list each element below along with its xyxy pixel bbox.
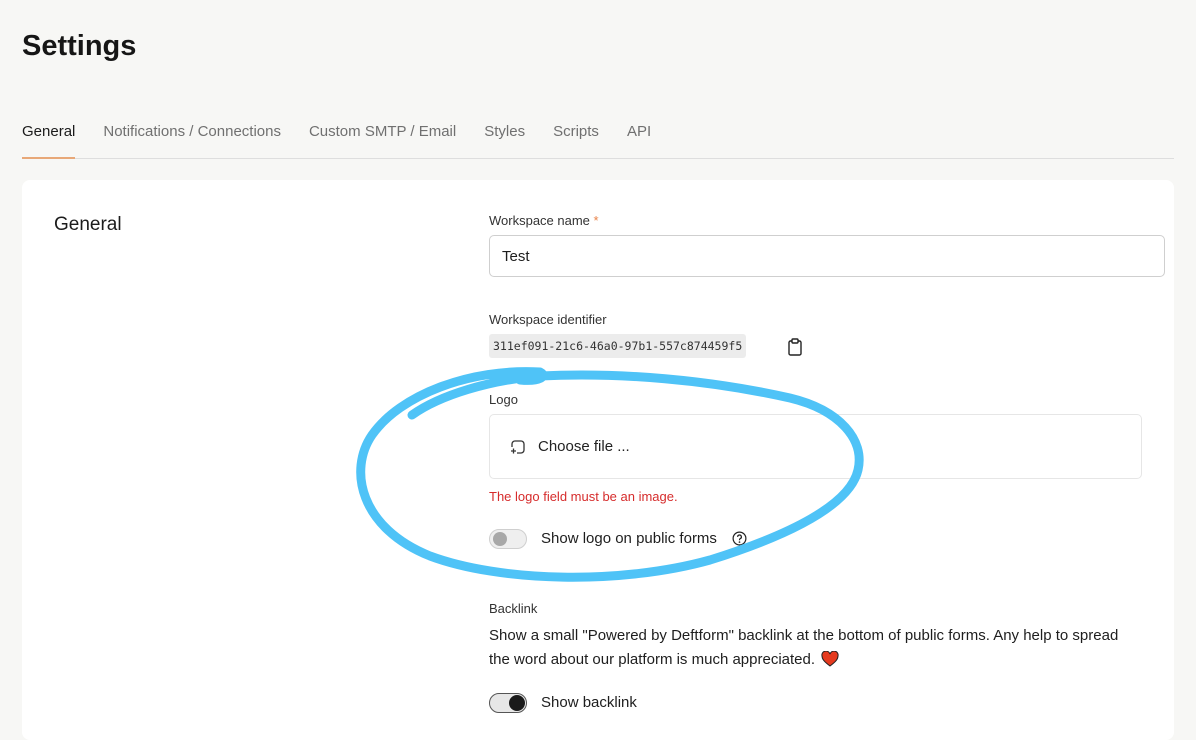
- logo-label: Logo: [489, 392, 518, 407]
- workspace-identifier-value: 311ef091-21c6-46a0-97b1-557c874459f5: [489, 334, 747, 358]
- tab-scripts[interactable]: Scripts: [553, 108, 599, 156]
- backlink-description: Show a small "Powered by Deftform" backl…: [489, 624, 1129, 672]
- workspace-name-label-text: Workspace name: [489, 213, 590, 228]
- choose-file-label: Choose file ...: [538, 438, 630, 455]
- help-circle-icon[interactable]: [732, 531, 747, 546]
- workspace-name-label: Workspace name *: [489, 213, 599, 228]
- logo-file-dropzone[interactable]: Choose file ...: [489, 414, 1142, 479]
- show-logo-toggle[interactable]: [489, 529, 527, 549]
- show-backlink-toggle[interactable]: [489, 693, 527, 713]
- toggle-knob: [493, 532, 507, 546]
- workspace-identifier-label: Workspace identifier: [489, 312, 607, 327]
- heart-icon: [821, 651, 839, 667]
- logo-error-message: The logo field must be an image.: [489, 489, 678, 504]
- settings-tabs: General Notifications / Connections Cust…: [22, 108, 1174, 159]
- required-mark: *: [593, 213, 599, 228]
- backlink-description-text: Show a small "Powered by Deftform" backl…: [489, 627, 1119, 668]
- tab-custom-smtp-email[interactable]: Custom SMTP / Email: [309, 108, 456, 156]
- toggle-knob: [509, 695, 525, 711]
- file-upload-icon: [511, 440, 525, 454]
- clipboard-icon[interactable]: [787, 338, 803, 356]
- show-backlink-label: Show backlink: [541, 694, 637, 711]
- tab-general[interactable]: General: [22, 108, 76, 159]
- backlink-label: Backlink: [489, 601, 538, 616]
- tab-api[interactable]: API: [627, 108, 651, 156]
- section-title: General: [54, 214, 122, 235]
- general-settings-card: General Workspace name * Workspace ident…: [22, 180, 1174, 740]
- tab-notifications-connections[interactable]: Notifications / Connections: [103, 108, 281, 156]
- workspace-name-input[interactable]: [489, 235, 1165, 277]
- tab-styles[interactable]: Styles: [484, 108, 525, 156]
- show-logo-label: Show logo on public forms: [541, 530, 717, 547]
- page-title: Settings: [22, 30, 137, 62]
